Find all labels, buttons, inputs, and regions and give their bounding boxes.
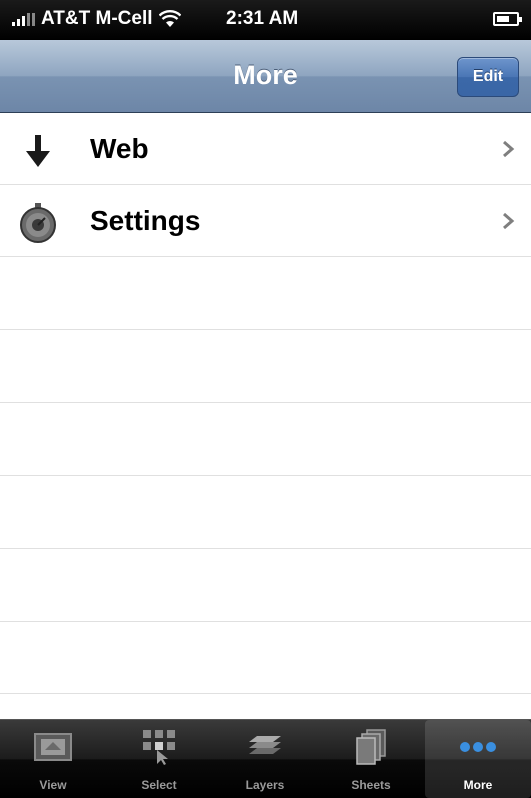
tab-label: View xyxy=(39,778,67,792)
empty-row-divider xyxy=(0,693,531,694)
list-item-label: Web xyxy=(90,133,149,164)
carrier-name: AT&T M-Cell xyxy=(41,8,153,29)
empty-row-divider xyxy=(0,329,531,330)
tab-label: More xyxy=(463,778,493,792)
more-dots-icon xyxy=(460,742,496,752)
settings-dial-icon xyxy=(20,203,56,243)
status-bar: AT&T M-Cell 2:31 AM xyxy=(0,0,531,40)
tab-label: Layers xyxy=(245,778,285,792)
layers-icon xyxy=(249,736,281,754)
empty-row-divider xyxy=(0,475,531,476)
tab-label: Sheets xyxy=(351,778,391,792)
status-time: 2:31 AM xyxy=(226,8,299,29)
chevron-right-icon xyxy=(503,140,515,158)
battery-icon xyxy=(493,12,522,26)
download-arrow-icon xyxy=(26,135,50,167)
tab-label: Select xyxy=(141,778,177,792)
tab-select[interactable]: Select xyxy=(106,720,212,798)
page-title: More xyxy=(233,60,298,90)
tab-more[interactable]: More xyxy=(425,720,531,798)
empty-row-divider xyxy=(0,621,531,622)
tab-bar: View Select Layers Sheets More xyxy=(0,719,531,798)
more-list: Web Settings xyxy=(0,113,531,719)
tab-sheets[interactable]: Sheets xyxy=(318,720,424,798)
status-left: AT&T M-Cell xyxy=(12,8,181,30)
view-icon xyxy=(34,733,72,761)
empty-row-divider xyxy=(0,548,531,549)
navigation-bar: More Edit xyxy=(0,40,531,113)
signal-strength-icon xyxy=(12,12,35,26)
chevron-right-icon xyxy=(503,212,515,230)
edit-button[interactable]: Edit xyxy=(457,57,519,97)
sheets-icon xyxy=(356,729,386,765)
list-item-label: Settings xyxy=(90,205,201,236)
tab-layers[interactable]: Layers xyxy=(212,720,318,798)
wifi-icon xyxy=(158,10,181,27)
list-item-settings[interactable]: Settings xyxy=(0,185,531,257)
empty-row-divider xyxy=(0,402,531,403)
tab-view[interactable]: View xyxy=(0,720,106,798)
list-item-web[interactable]: Web xyxy=(0,113,531,185)
select-grid-icon xyxy=(143,730,175,765)
